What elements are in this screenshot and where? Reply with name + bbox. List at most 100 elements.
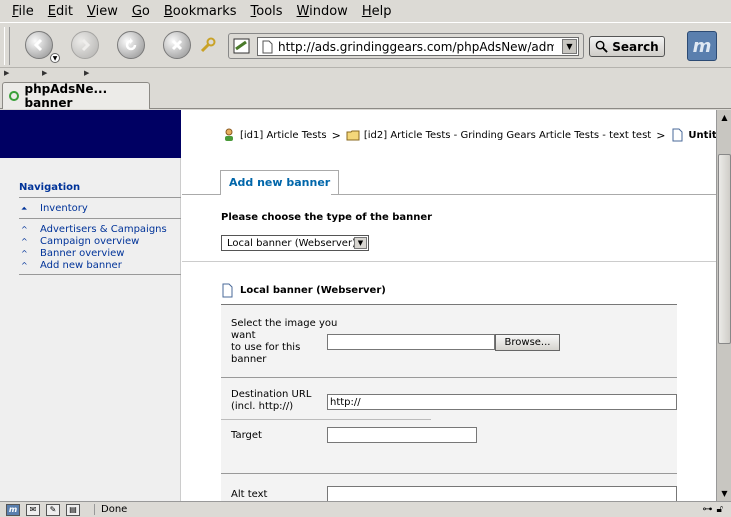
- sidebar-divider: [19, 197, 181, 198]
- main-panel: [id1] Article Tests > [id2] Article Test…: [182, 110, 716, 501]
- back-button[interactable]: [25, 31, 53, 59]
- reload-button[interactable]: [117, 31, 145, 59]
- personal-toolbar: ▶ ▶ ▶: [0, 67, 731, 78]
- mail-icon[interactable]: ✉: [26, 503, 40, 516]
- forward-arrow-icon: [81, 38, 91, 52]
- sidebar-item-label: Banner overview: [40, 248, 125, 259]
- scroll-down-icon[interactable]: ▼: [718, 487, 731, 500]
- breadcrumb-banner: Untitled: [688, 129, 716, 141]
- stop-icon: [171, 39, 183, 51]
- menu-go-mnemonic: G: [131, 3, 142, 19]
- menu-bar: File Edit View Go Bookmarks Tools Window…: [0, 0, 731, 22]
- menu-window-mnemonic: W: [296, 3, 310, 19]
- online-status-icon[interactable]: ⊶: [703, 504, 713, 515]
- banner-page-icon: [222, 283, 233, 298]
- sidebar-item-label: Inventory: [40, 203, 88, 214]
- browse-button[interactable]: Browse...: [495, 334, 560, 351]
- chevron-right-icon: >: [331, 128, 341, 142]
- security-lock-icon[interactable]: 🔓︎: [717, 504, 723, 515]
- section-title: Local banner (Webserver): [221, 283, 386, 298]
- toolbar-grip[interactable]: [4, 27, 10, 65]
- sidebar-item-advertisers-campaigns[interactable]: ^ Advertisers & Campaigns: [21, 224, 167, 235]
- sidebar-item-add-new-banner[interactable]: ^ Add new banner: [21, 260, 122, 271]
- page-content: Navigation ⏶ Inventory ^ Advertisers & C…: [0, 110, 716, 501]
- image-label-line: to use for this: [231, 342, 301, 353]
- image-label-line: banner: [231, 354, 267, 365]
- image-label-line: want: [231, 330, 256, 341]
- search-icon: [595, 40, 608, 53]
- browser-tab-title: phpAdsNe... banner: [24, 82, 108, 110]
- back-arrow-icon: [33, 38, 43, 52]
- wrench-icon[interactable]: [200, 37, 216, 53]
- site-icon[interactable]: [232, 37, 252, 55]
- advertiser-icon: [225, 128, 233, 141]
- image-label: Select the image you want to use for thi…: [231, 318, 337, 366]
- image-file-input[interactable]: [327, 334, 495, 350]
- sidebar-item-label: Campaign overview: [40, 236, 140, 247]
- scrollbar-thumb[interactable]: [718, 154, 731, 344]
- vertical-scrollbar[interactable]: ▲ ▼: [716, 110, 731, 501]
- sidebar-item-label: Advertisers & Campaigns: [40, 224, 167, 235]
- menu-window[interactable]: Window: [297, 4, 348, 19]
- tab-strip: phpAdsNe... banner: [0, 79, 731, 110]
- sidebar-item-campaign-overview[interactable]: ^ Campaign overview: [21, 236, 139, 247]
- banner-form: Select the image you want to use for thi…: [221, 304, 677, 501]
- form-divider: [221, 419, 431, 420]
- search-button-label: Search: [612, 39, 659, 54]
- back-history-dropdown[interactable]: ▼: [50, 53, 60, 63]
- stop-button[interactable]: [163, 31, 191, 59]
- search-button[interactable]: Search: [589, 36, 665, 57]
- status-bar: m ✉ ✎ ▤ Done ⊶ 🔓︎: [0, 501, 731, 517]
- url-input[interactable]: http://ads.grindinggears.com/phpAdsNew/a…: [257, 37, 579, 56]
- menu-bookmarks[interactable]: Bookmarks: [164, 4, 237, 19]
- double-chevron-up-icon: ⏶: [21, 203, 28, 213]
- forward-button[interactable]: [71, 31, 99, 59]
- collapse-triangle-icon[interactable]: ▶: [84, 69, 89, 77]
- target-label: Target: [231, 430, 262, 441]
- target-input[interactable]: [327, 427, 477, 443]
- sidebar-item-inventory[interactable]: ⏶ Inventory: [21, 203, 88, 214]
- browser-tab[interactable]: phpAdsNe... banner: [2, 82, 150, 110]
- menu-file[interactable]: File: [12, 4, 34, 19]
- chevron-down-icon: ▼: [354, 237, 367, 249]
- mozilla-logo-icon[interactable]: m: [687, 31, 717, 61]
- tab-add-new-banner[interactable]: Add new banner: [220, 170, 340, 194]
- scroll-up-icon[interactable]: ▲: [718, 111, 731, 124]
- collapse-triangle-icon[interactable]: ▶: [4, 69, 9, 77]
- composer-icon[interactable]: ✎: [46, 503, 60, 516]
- chevron-up-icon: ^: [21, 261, 28, 270]
- address-book-icon[interactable]: ▤: [66, 503, 80, 516]
- sidebar-divider: [19, 218, 181, 219]
- banner-type-select[interactable]: Local banner (Webserver) ▼: [221, 235, 369, 251]
- menu-go-label: o: [141, 3, 150, 19]
- destination-url-input[interactable]: http://: [327, 394, 677, 410]
- alt-text-label: Alt text: [231, 489, 268, 500]
- menu-tools[interactable]: Tools: [251, 4, 283, 19]
- sidebar-item-label: Add new banner: [40, 260, 122, 271]
- banner-type-value: Local banner (Webserver): [227, 237, 356, 249]
- url-history-dropdown[interactable]: ▼: [562, 39, 577, 54]
- menu-edit[interactable]: Edit: [48, 4, 73, 19]
- breadcrumb-campaign[interactable]: [id2] Article Tests - Grinding Gears Art…: [364, 130, 651, 141]
- collapse-triangle-icon[interactable]: ▶: [42, 69, 47, 77]
- chevron-right-icon: >: [656, 128, 666, 142]
- menu-view-mnemonic: V: [86, 3, 96, 19]
- menu-edit-mnemonic: E: [47, 3, 56, 19]
- sidebar-item-banner-overview[interactable]: ^ Banner overview: [21, 248, 124, 259]
- sidebar-divider: [19, 274, 181, 275]
- alt-text-input[interactable]: [327, 486, 677, 501]
- sidebar-title: Navigation: [19, 182, 81, 193]
- url-bar: http://ads.grindinggears.com/phpAdsNew/a…: [228, 33, 584, 59]
- chevron-up-icon: ^: [21, 225, 28, 234]
- reload-icon: [125, 38, 137, 51]
- menu-view[interactable]: View: [87, 4, 118, 19]
- tab-loaded-icon: [9, 91, 19, 101]
- menu-go[interactable]: Go: [132, 4, 150, 19]
- menu-view-label: iew: [95, 3, 118, 19]
- navigator-icon[interactable]: m: [6, 503, 20, 516]
- navigation-toolbar: ▼ http://ads.grindinggears.com/phpAdsNew…: [0, 22, 731, 68]
- breadcrumb-advertiser[interactable]: [id1] Article Tests: [240, 130, 327, 141]
- menu-bookmarks-label: ookmarks: [172, 3, 237, 19]
- destination-url-label-line: Destination URL: [231, 389, 312, 400]
- menu-help[interactable]: Help: [362, 4, 392, 19]
